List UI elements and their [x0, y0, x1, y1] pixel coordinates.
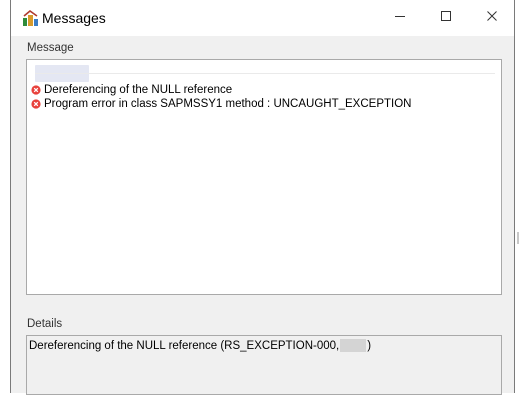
sap-app-icon: [22, 9, 39, 27]
close-icon: [486, 9, 498, 27]
message-list[interactable]: Dereferencing of the NULL reference Prog…: [26, 59, 502, 295]
details-label: Details: [27, 318, 63, 330]
close-button[interactable]: [469, 0, 515, 36]
details-field[interactable]: Dereferencing of the NULL reference (RS_…: [26, 335, 502, 395]
divider: [35, 73, 495, 74]
message-text: Program error in class SAPMSSY1 method :…: [44, 98, 412, 110]
minimize-icon: [394, 9, 406, 27]
details-text-prefix: Dereferencing of the NULL reference (RS_…: [29, 339, 340, 352]
details-text: Dereferencing of the NULL reference (RS_…: [29, 339, 371, 352]
redacted-value: [340, 339, 367, 352]
window-title: Messages: [42, 10, 106, 26]
error-icon: [31, 85, 41, 95]
message-label: Message: [27, 42, 74, 54]
title-bar[interactable]: Messages: [11, 0, 514, 36]
list-item[interactable]: Dereferencing of the NULL reference: [31, 83, 232, 97]
error-icon: [31, 99, 41, 109]
maximize-button[interactable]: [423, 0, 469, 36]
list-item[interactable]: Program error in class SAPMSSY1 method :…: [31, 97, 411, 111]
messages-window: Messages Message Dereferencing of the NU…: [10, 0, 515, 395]
minimize-button[interactable]: [377, 0, 423, 36]
message-text: Dereferencing of the NULL reference: [44, 84, 233, 96]
maximize-icon: [440, 9, 452, 27]
details-text-suffix: ): [367, 339, 372, 352]
background-edge: [517, 232, 519, 244]
